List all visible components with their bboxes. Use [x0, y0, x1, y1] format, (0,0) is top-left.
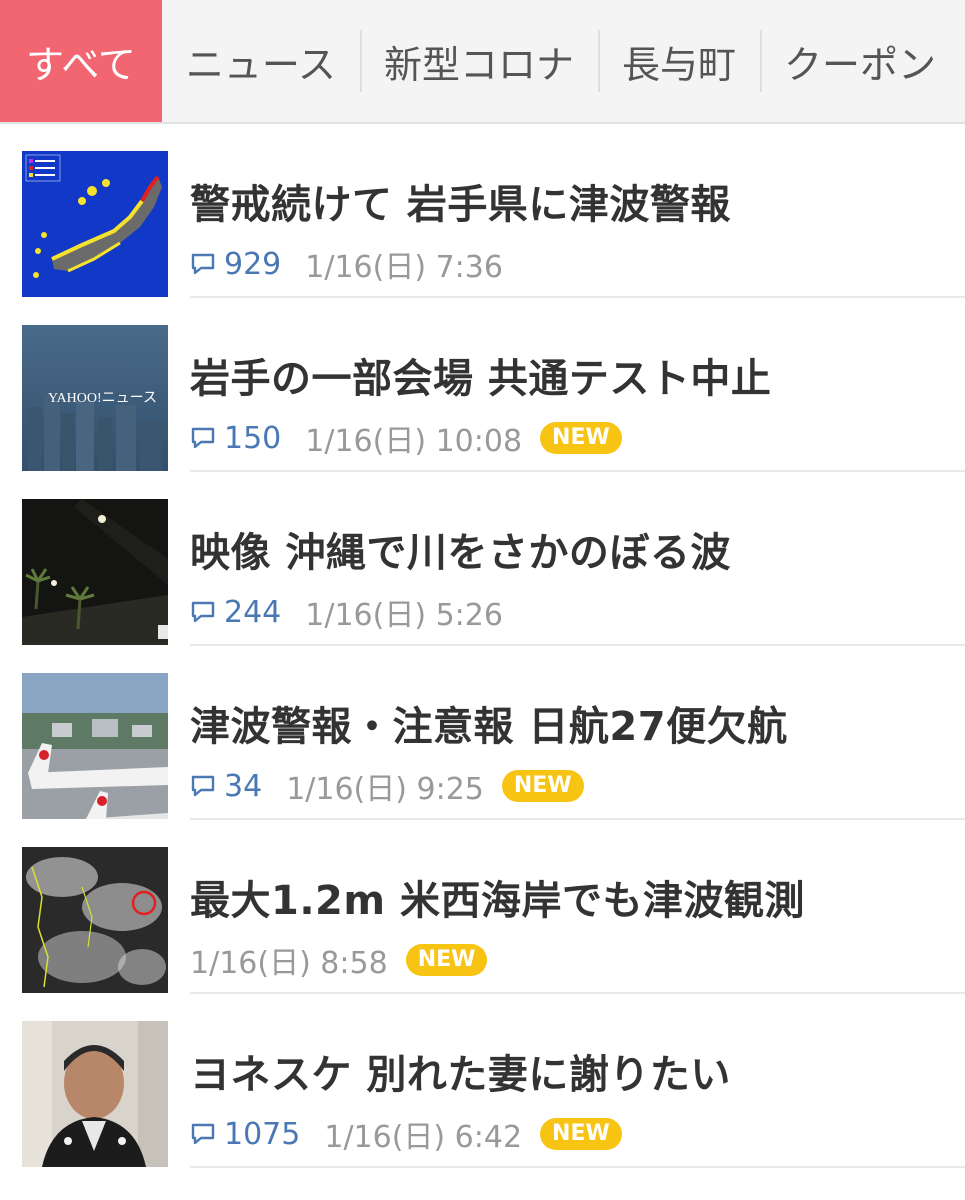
- comment-bubble-icon: [191, 1123, 215, 1145]
- tsunami-map-thumbnail: [22, 151, 168, 297]
- article-date: 1/16(日) 9:25: [286, 772, 484, 807]
- article-meta: 244 1/16(日) 5:26: [190, 590, 503, 634]
- article-title: 津波警報・注意報 日航27便欠航: [190, 704, 788, 750]
- tab-all[interactable]: すべて: [0, 0, 162, 122]
- night-river-thumbnail: [22, 499, 168, 645]
- new-badge: NEW: [405, 944, 488, 976]
- comment-count: 929: [190, 247, 281, 282]
- yahoo-news-logo: YAHOO!ニュース: [48, 391, 157, 406]
- yahoo-news-thumbnail: YAHOO!ニュース: [22, 325, 168, 471]
- comment-count: 244: [190, 595, 281, 630]
- category-tabs: すべて ニュース 新型コロナ 長与町 クーポン: [0, 0, 965, 124]
- article-meta: 34 1/16(日) 9:25 NEW: [190, 764, 584, 808]
- article-meta: 929 1/16(日) 7:36: [190, 242, 503, 286]
- new-badge: NEW: [540, 422, 622, 454]
- new-badge: NEW: [540, 1118, 622, 1150]
- news-item[interactable]: 映像 沖縄で川をさかのぼる波 244 1/16(日) 5:26: [0, 472, 965, 646]
- comment-bubble-icon: [191, 775, 215, 797]
- comment-bubble-icon: [191, 253, 215, 275]
- comment-count: 150: [190, 421, 281, 456]
- news-item[interactable]: 警戒続けて 岩手県に津波警報 929 1/16(日) 7:36: [0, 124, 965, 298]
- jal-airplane-thumbnail: [22, 673, 168, 819]
- news-list: 警戒続けて 岩手県に津波警報 929 1/16(日) 7:36 YAHOO!ニュ…: [0, 124, 965, 1168]
- person-portrait-thumbnail: [22, 1021, 168, 1167]
- satellite-map-thumbnail: [22, 847, 168, 993]
- article-date: 1/16(日) 6:42: [324, 1120, 523, 1155]
- article-title: 映像 沖縄で川をさかのぼる波: [190, 530, 731, 576]
- comment-bubble-icon: [191, 601, 215, 623]
- tab-nagayo[interactable]: 長与町: [597, 0, 760, 122]
- tab-news[interactable]: ニュース: [162, 0, 360, 122]
- comment-count: 1075: [190, 1117, 300, 1152]
- article-title: 警戒続けて 岩手県に津波警報: [190, 182, 731, 228]
- article-date: 1/16(日) 8:58: [190, 946, 388, 981]
- news-item[interactable]: ヨネスケ 別れた妻に謝りたい 1075 1/16(日) 6:42 NEW: [0, 994, 965, 1168]
- article-title: ヨネスケ 別れた妻に謝りたい: [190, 1052, 731, 1098]
- article-title: 岩手の一部会場 共通テスト中止: [190, 356, 772, 402]
- news-item[interactable]: YAHOO!ニュース 岩手の一部会場 共通テスト中止 150 1/16(日) 1…: [0, 298, 965, 472]
- tab-covid[interactable]: 新型コロナ: [359, 0, 598, 122]
- comment-bubble-icon: [191, 427, 215, 449]
- article-title: 最大1.2m 米西海岸でも津波観測: [190, 878, 805, 924]
- new-badge: NEW: [501, 770, 584, 802]
- article-date: 1/16(日) 7:36: [305, 250, 503, 285]
- comment-count: 34: [190, 769, 262, 804]
- article-date: 1/16(日) 5:26: [305, 598, 503, 633]
- news-item[interactable]: 最大1.2m 米西海岸でも津波観測 1/16(日) 8:58 NEW: [0, 820, 965, 994]
- article-meta: 1075 1/16(日) 6:42 NEW: [190, 1112, 622, 1156]
- tab-coupon[interactable]: クーポン: [759, 0, 960, 122]
- article-meta: 150 1/16(日) 10:08 NEW: [190, 416, 622, 460]
- article-meta: 1/16(日) 8:58 NEW: [190, 938, 488, 982]
- article-date: 1/16(日) 10:08: [305, 424, 523, 459]
- news-item[interactable]: 津波警報・注意報 日航27便欠航 34 1/16(日) 9:25 NEW: [0, 646, 965, 820]
